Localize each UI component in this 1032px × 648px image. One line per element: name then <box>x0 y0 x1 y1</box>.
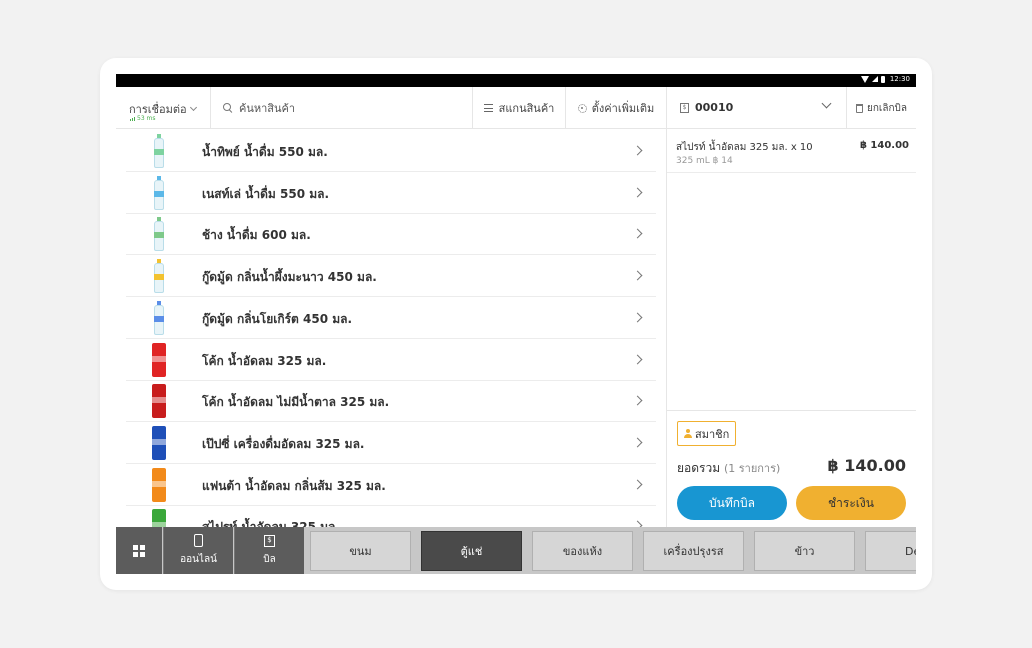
bottle-icon <box>152 134 166 168</box>
search-icon <box>223 103 233 113</box>
bill-number: 00010 <box>695 101 734 114</box>
total-label-group: ยอดรวม (1 รายการ) <box>677 459 780 478</box>
online-button[interactable]: ออนไลน์ <box>163 527 233 574</box>
signal-icon <box>871 76 878 82</box>
settings-button[interactable]: ตั้งค่าเพิ่มเติม <box>565 87 666 129</box>
scan-button[interactable]: สแกนสินค้า <box>472 87 565 129</box>
product-name: เนสท์เล่ น้ำดื่ม 550 มล. <box>202 186 330 201</box>
chevron-down-icon <box>189 103 197 112</box>
status-bar: 12:30 <box>116 74 916 87</box>
product-name: โค้ก น้ำอัดลม ไม่มีน้ำตาล 325 มล. <box>202 395 390 410</box>
chevron-right-icon <box>632 479 643 490</box>
bill-header: $ 00010 ยกเลิกบิล <box>667 87 916 129</box>
product-row[interactable]: เป๊ปซี่ เครื่องดื่มอัดลม 325 มล. <box>126 422 656 464</box>
chevron-right-icon <box>632 437 643 448</box>
bottle-icon <box>152 217 166 252</box>
product-row[interactable]: น้ำทิพย์ น้ำดื่ม 550 มล. <box>126 130 656 172</box>
grid-icon <box>133 544 145 557</box>
signal-bars-icon <box>130 116 135 121</box>
bottle-icon <box>152 300 166 335</box>
category-tab[interactable]: ตู้แช่ <box>421 531 522 571</box>
can-icon <box>152 384 166 419</box>
person-icon <box>684 429 692 438</box>
search-placeholder: ค้นหาสินค้า <box>239 102 296 115</box>
product-row[interactable]: เนสท์เล่ น้ำดื่ม 550 มล. <box>126 172 656 214</box>
chevron-right-icon <box>632 187 643 198</box>
member-label: สมาชิก <box>695 427 730 441</box>
connection-button[interactable]: การเชื่อมต่อ 53 ms <box>116 87 211 129</box>
top-toolbar: การเชื่อมต่อ 53 ms ค้นหาสินค้า สแกนสินค้… <box>116 87 666 129</box>
connection-latency: 53 ms <box>137 115 156 122</box>
battery-icon <box>880 75 885 83</box>
status-time: 12:30 <box>889 75 910 83</box>
cancel-bill-button[interactable]: ยกเลิกบิล <box>846 87 916 129</box>
category-tab[interactable]: Des <box>865 531 916 571</box>
bill-summary: สมาชิก ยอดรวม (1 รายการ) ฿ 140.00 บันทึก… <box>667 410 916 530</box>
product-name: โค้ก น้ำอัดลม 325 มล. <box>202 353 327 368</box>
product-name: เป๊ปซี่ เครื่องดื่มอัดลม 325 มล. <box>202 436 365 451</box>
bottom-nav: ออนไลน์ $ บิล ขนม ตู้แช่ ของแห้ง เครื่องปรุ… <box>116 527 916 574</box>
order-item-price: ฿ 140.00 <box>859 140 909 151</box>
chevron-right-icon <box>632 145 643 156</box>
screen: 12:30 การเชื่อมต่อ 53 ms ค้นหาสินค้า สแก… <box>116 74 916 574</box>
product-name: แฟนต้า น้ำอัดลม กลิ่นส้ม 325 มล. <box>202 478 386 493</box>
total-label: ยอดรวม <box>677 461 721 475</box>
product-name: กู๊ดมู้ด กลิ่นโยเกิร์ต 450 มล. <box>202 311 353 326</box>
bottle-icon <box>152 259 166 294</box>
settings-label: ตั้งค่าเพิ่มเติม <box>591 102 655 115</box>
chevron-right-icon <box>632 312 643 323</box>
trash-icon <box>856 103 863 113</box>
phone-icon <box>194 534 203 547</box>
barcode-icon <box>483 104 493 112</box>
save-bill-button[interactable]: บันทึกบิล <box>677 486 787 520</box>
product-row[interactable]: แฟนต้า น้ำอัดลม กลิ่นส้ม 325 มล. <box>126 464 656 506</box>
product-name: น้ำทิพย์ น้ำดื่ม 550 มล. <box>202 145 328 159</box>
bill-select-chevron-icon[interactable] <box>821 98 832 109</box>
receipt-icon: $ <box>264 534 275 547</box>
category-tab[interactable]: ขนม <box>310 531 411 571</box>
order-item-name: สไปรท์ น้ำอัดลม 325 มล. x 10 <box>676 142 813 153</box>
gear-icon <box>577 103 587 113</box>
order-item-meta: 325 mL ฿ 14 <box>676 156 733 166</box>
order-item[interactable]: สไปรท์ น้ำอัดลม 325 มล. x 10 ฿ 140.00 32… <box>667 130 916 173</box>
can-icon <box>152 425 166 460</box>
search-input[interactable]: ค้นหาสินค้า <box>223 87 295 129</box>
product-row[interactable]: ช้าง น้ำดื่ม 600 มล. <box>126 213 656 256</box>
tablet-frame: 12:30 การเชื่อมต่อ 53 ms ค้นหาสินค้า สแก… <box>100 58 932 590</box>
cancel-bill-label: ยกเลิกบิล <box>867 102 907 114</box>
chevron-right-icon <box>632 228 643 239</box>
total-value: ฿ 140.00 <box>827 456 906 475</box>
bill-list-button[interactable]: $ บิล <box>234 527 304 574</box>
scan-label: สแกนสินค้า <box>498 102 555 115</box>
total-count: (1 รายการ) <box>723 462 781 475</box>
category-tab[interactable]: ของแห้ง <box>532 531 633 571</box>
product-row[interactable]: กู๊ดมู้ด กลิ่นโยเกิร์ต 450 มล. <box>126 297 656 339</box>
chevron-right-icon <box>632 354 643 364</box>
category-tab[interactable]: เครื่องปรุงรส <box>643 531 744 571</box>
product-row[interactable]: กู๊ดมู้ด กลิ่นน้ำผึ้งมะนาว 450 มล. <box>126 255 656 298</box>
chevron-right-icon <box>632 395 643 406</box>
wifi-icon <box>860 75 869 83</box>
bottle-icon <box>152 175 166 210</box>
menu-grid-button[interactable] <box>116 527 162 574</box>
product-row[interactable]: โค้ก น้ำอัดลม 325 มล. <box>126 339 656 381</box>
product-name: ช้าง น้ำดื่ม 600 มล. <box>202 228 311 243</box>
online-label: ออนไลน์ <box>180 554 217 565</box>
product-name: กู๊ดมู้ด กลิ่นน้ำผึ้งมะนาว 450 มล. <box>202 270 377 285</box>
can-icon <box>152 467 166 502</box>
member-button[interactable]: สมาชิก <box>677 421 737 446</box>
chevron-right-icon <box>632 270 643 281</box>
product-list: น้ำทิพย์ น้ำดื่ม 550 มล. เนสท์เล่ น้ำดื่ม… <box>126 130 656 548</box>
bill-icon: $ <box>680 103 689 113</box>
pay-button[interactable]: ชำระเงิน <box>796 486 906 520</box>
product-row[interactable]: โค้ก น้ำอัดลม ไม่มีน้ำตาล 325 มล. <box>126 380 656 423</box>
can-icon <box>152 342 166 377</box>
category-tab[interactable]: ข้าว <box>754 531 855 571</box>
bill-list-label: บิล <box>263 553 276 565</box>
